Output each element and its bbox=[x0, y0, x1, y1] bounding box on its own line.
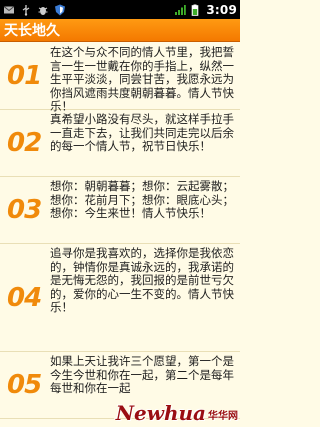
item-text: 在这个与众不同的情人节里，我把誓言一生一世戴在你的手指上，纵然一生平平淡淡，同尝… bbox=[50, 45, 234, 113]
watermark-logo: Newhua bbox=[115, 401, 206, 425]
item-text: 真希望小路没有尽头，就这样手拉手一直走下去，让我们共同走完以后余的每一个情人节，… bbox=[50, 112, 234, 153]
item-number: 05 bbox=[7, 370, 42, 400]
list-item[interactable]: 02 真希望小路没有尽头，就这样手拉手一直走下去，让我们共同走完以后余的每一个情… bbox=[0, 110, 240, 177]
signal-icon bbox=[175, 4, 187, 15]
list-item[interactable]: 03 想你：朝朝暮暮；想你：云起雾散；想你：花前月下；想你：眼底心头；想你：今生… bbox=[0, 177, 240, 244]
item-number: 01 bbox=[7, 61, 42, 91]
watermark: Newhua 华华网 bbox=[116, 401, 238, 425]
item-text: 如果上天让我许三个愿望，第一个是今生今世和你在一起，第二个是每年每世和你在一起 bbox=[50, 354, 234, 395]
watermark-cn: 华华网 bbox=[208, 411, 238, 422]
app-title: 天长地久 bbox=[4, 23, 60, 39]
status-bar: 3:09 bbox=[0, 0, 240, 19]
item-text: 追寻你是我喜欢的，选择你是我依恋的，钟情你是真诚永远的，我承诺的是无悔无怨的，我… bbox=[50, 246, 234, 314]
mail-icon bbox=[3, 5, 15, 13]
app-title-bar: 天长地久 bbox=[0, 19, 240, 42]
clock: 3:09 bbox=[206, 2, 237, 17]
shield-icon bbox=[55, 4, 65, 15]
list-item[interactable]: 04 追寻你是我喜欢的，选择你是我依恋的，钟情你是真诚永远的，我承诺的是无悔无怨… bbox=[0, 244, 240, 352]
battery-icon bbox=[192, 4, 199, 16]
item-text: 想你：朝朝暮暮；想你：云起雾散；想你：花前月下；想你：眼底心头；想你：今生来世！… bbox=[50, 179, 234, 220]
list-item[interactable]: 01 在这个与众不同的情人节里，我把誓言一生一世戴在你的手指上，纵然一生平平淡淡… bbox=[0, 43, 240, 113]
usb-icon bbox=[22, 4, 30, 16]
item-number: 03 bbox=[7, 195, 42, 225]
debug-icon bbox=[38, 6, 48, 15]
item-number: 04 bbox=[7, 282, 42, 313]
message-list[interactable]: 01 在这个与众不同的情人节里，我把誓言一生一世戴在你的手指上，纵然一生平平淡淡… bbox=[0, 43, 240, 427]
item-number: 02 bbox=[7, 128, 42, 158]
